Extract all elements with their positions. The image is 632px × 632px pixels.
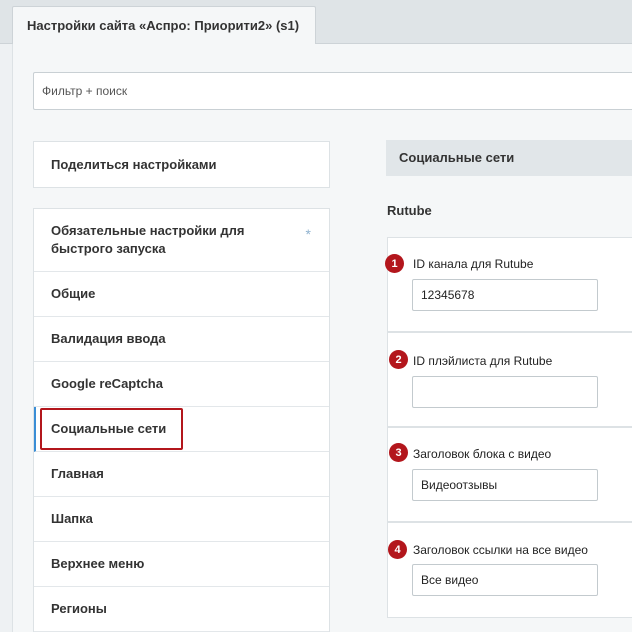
tab-site-settings[interactable]: Настройки сайта «Аспро: Приорити2» (s1) <box>12 6 316 45</box>
menu-item-required-quick-start[interactable]: Обязательные настройки для быстрого запу… <box>34 209 329 272</box>
top-bar: Настройки сайта «Аспро: Приорити2» (s1) <box>0 0 632 45</box>
menu-item-google-recaptcha[interactable]: Google reCaptcha <box>34 362 329 407</box>
step-badge: 4 <box>388 540 407 559</box>
step-badge: 3 <box>389 443 408 462</box>
step-badge: 2 <box>389 350 408 369</box>
menu-item-label: Валидация ввода <box>51 331 166 346</box>
menu-item-label: Шапка <box>51 511 93 526</box>
share-settings-button[interactable]: Поделиться настройками <box>33 141 330 188</box>
field-label-video-block-title: Заголовок блока с видео <box>413 447 552 461</box>
menu-item-label: Общие <box>51 286 96 301</box>
video-block-title-input[interactable]: Видеоотзывы <box>412 469 598 501</box>
menu-item-input-validation[interactable]: Валидация ввода <box>34 317 329 362</box>
channel-id-input[interactable]: 12345678 <box>412 279 598 311</box>
field-label-playlist-id: ID плэйлиста для Rutube <box>413 354 553 368</box>
step-badge: 1 <box>385 254 404 273</box>
menu-item-top-menu[interactable]: Верхнее меню <box>34 542 329 587</box>
subsection-title: Rutube <box>387 203 432 218</box>
playlist-id-input[interactable] <box>412 376 598 408</box>
filter-placeholder: Фильтр + поиск <box>42 84 128 98</box>
section-title-text: Социальные сети <box>399 150 515 165</box>
filter-search-input[interactable]: Фильтр + поиск <box>33 72 632 110</box>
active-item-highlight-frame <box>40 408 183 450</box>
field-label-channel-id: ID канала для Rutube <box>413 257 534 271</box>
all-videos-link-title-input[interactable]: Все видео <box>412 564 598 596</box>
menu-item-regions[interactable]: Регионы <box>34 587 329 632</box>
menu-item-label: Регионы <box>51 601 107 616</box>
required-marker-icon: * <box>305 226 311 242</box>
tab-title: Настройки сайта «Аспро: Приорити2» (s1) <box>27 18 300 33</box>
menu-item-label: Верхнее меню <box>51 556 145 571</box>
share-settings-label: Поделиться настройками <box>51 157 217 172</box>
menu-item-general[interactable]: Общие <box>34 272 329 317</box>
menu-item-header[interactable]: Шапка <box>34 497 329 542</box>
menu-item-label: Главная <box>51 466 104 481</box>
menu-item-label: Google reCaptcha <box>51 376 163 391</box>
menu-item-label: Обязательные настройки для быстрого запу… <box>51 223 245 256</box>
menu-item-main-page[interactable]: Главная <box>34 452 329 497</box>
section-title: Социальные сети <box>386 140 632 176</box>
field-label-all-videos-link-title: Заголовок ссылки на все видео <box>413 543 588 557</box>
